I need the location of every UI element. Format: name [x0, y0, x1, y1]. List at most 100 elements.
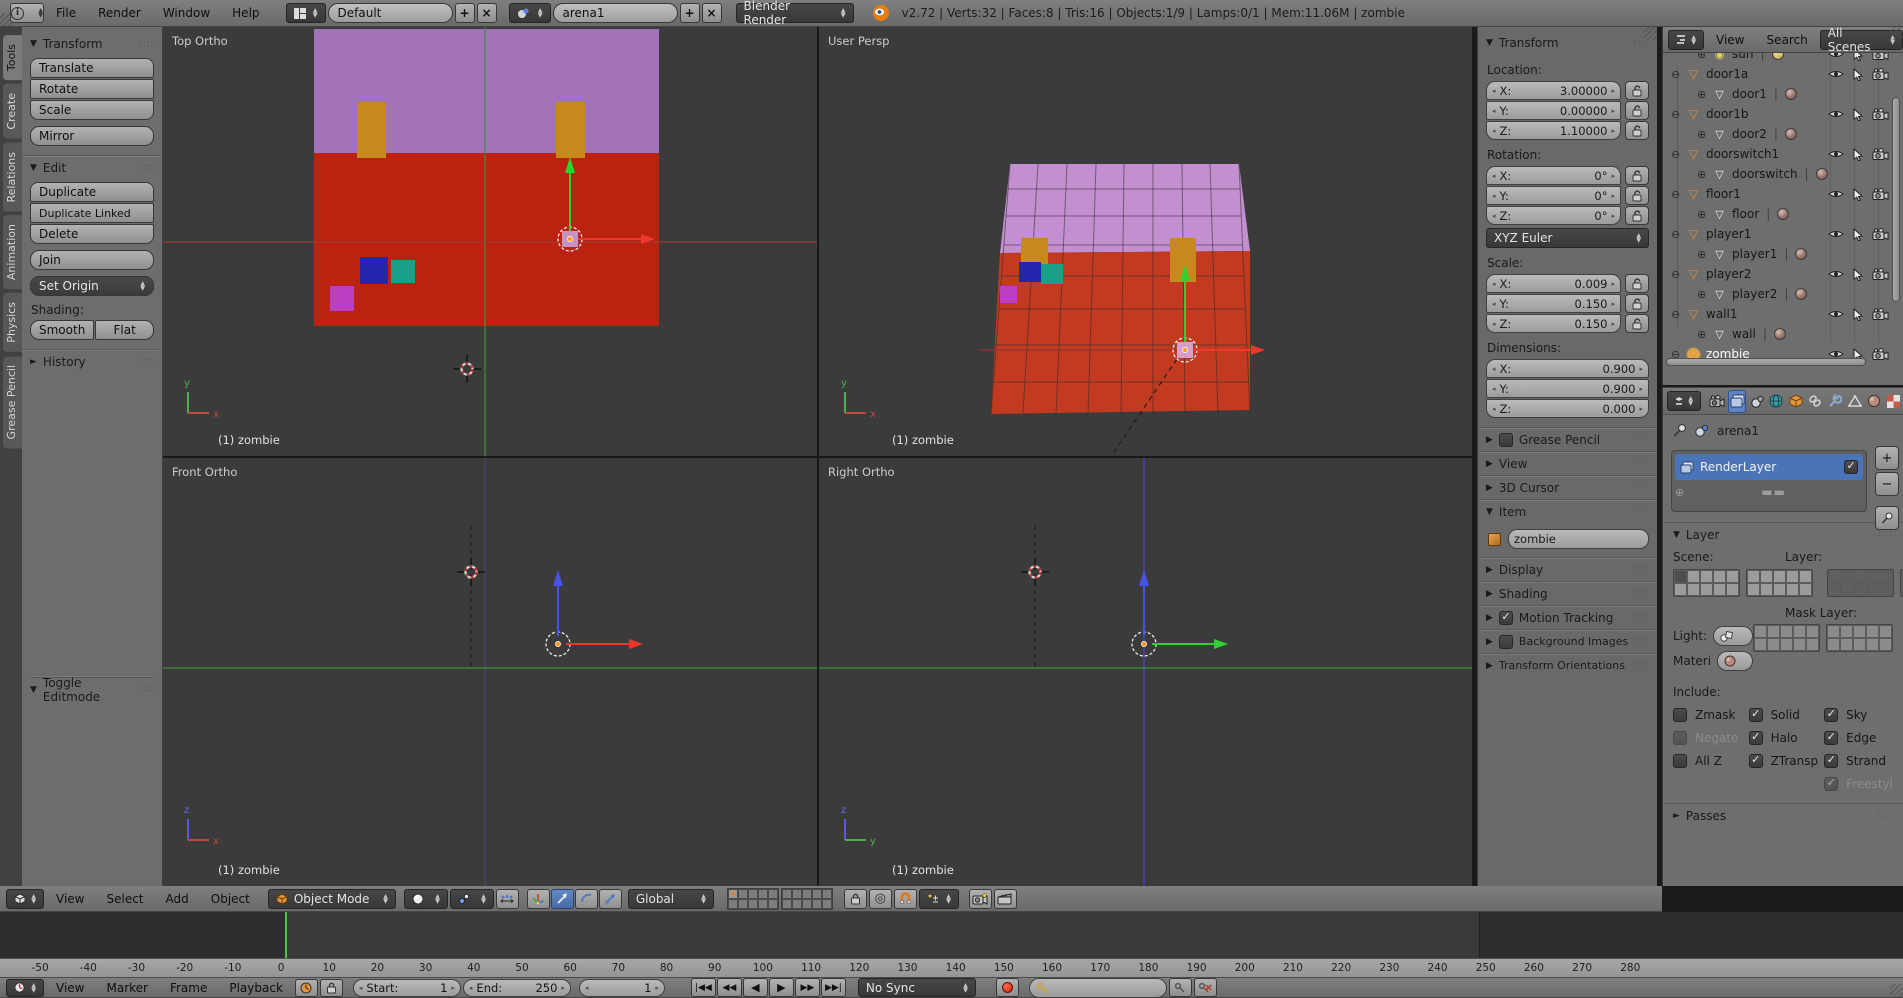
panel-drag-dots[interactable]: ∷∷ [139, 357, 154, 368]
lock-time-toggle[interactable] [320, 979, 343, 997]
grease-pencil-checkbox[interactable] [1499, 433, 1513, 447]
include-checkbox[interactable]: All Z [1673, 749, 1749, 772]
tab-render-layers[interactable] [1728, 390, 1747, 413]
rotate-button[interactable]: Rotate [30, 79, 154, 99]
auto-keyframe-toggle[interactable] [996, 978, 1019, 997]
outliner-row[interactable]: doorswitch | [1663, 164, 1903, 184]
visibility-eye-icon[interactable] [1828, 53, 1844, 59]
lock-icon[interactable] [1625, 121, 1649, 140]
expand-toggle[interactable] [1697, 128, 1712, 141]
location-z-field[interactable]: ◂Z:1.10000▸ [1486, 121, 1621, 140]
selectable-cursor-icon[interactable] [1853, 108, 1863, 121]
duplicate-button[interactable]: Duplicate [30, 182, 154, 202]
include-checkbox[interactable]: Negate [1673, 726, 1749, 749]
visibility-eye-icon[interactable] [1828, 149, 1844, 159]
rotation-y-field[interactable]: ◂Y:0°▸ [1486, 186, 1621, 205]
outliner-row[interactable]: player2 | [1663, 264, 1903, 284]
include-checkbox[interactable]: Zmask [1673, 703, 1749, 726]
renderable-camera-icon[interactable] [1872, 108, 1889, 120]
proportional-edit-select[interactable]: ◎ [869, 889, 892, 909]
screen-layout-selector[interactable]: ▲▼ [286, 3, 326, 23]
section-display[interactable]: ▶Display∷∷ [1478, 557, 1657, 581]
renderable-camera-icon[interactable] [1872, 308, 1889, 320]
lock-to-scene-toggle[interactable] [844, 889, 867, 909]
dimensions-y-field[interactable]: ◂Y:0.900▸ [1486, 379, 1649, 398]
outliner-row[interactable]: doorswitch1 | [1663, 144, 1903, 164]
selectable-cursor-icon[interactable] [1853, 53, 1863, 61]
panel-drag-dots[interactable]: ∷∷ [1878, 529, 1893, 540]
include-checkbox[interactable]: Strand [1824, 749, 1893, 772]
renderable-camera-icon[interactable] [1872, 68, 1889, 80]
remove-render-layer-button[interactable]: − [1875, 472, 1899, 496]
background-images-checkbox[interactable] [1499, 635, 1513, 649]
menu-render[interactable]: Render [88, 6, 151, 20]
mirror-button[interactable]: Mirror [30, 126, 154, 146]
outliner-row[interactable]: sun | [1663, 53, 1903, 64]
menu-window[interactable]: Window [153, 6, 220, 20]
pivot-point-select[interactable]: ▲▼ [450, 889, 494, 909]
outliner-row[interactable]: player2 | [1663, 284, 1903, 304]
lock-icon[interactable] [1625, 314, 1649, 333]
corner-grip[interactable] [1890, 984, 1903, 997]
object-name[interactable]: sun [1732, 53, 1753, 61]
timeline-menu-playback[interactable]: Playback [219, 981, 293, 995]
object-name[interactable]: floor1 [1706, 187, 1741, 201]
panel-drag-dots[interactable]: ∷∷ [139, 163, 154, 174]
outliner-row[interactable]: door1a | [1663, 64, 1903, 84]
viewport-right-ortho[interactable]: z y Right Ortho (1) zombie [819, 458, 1472, 886]
include-checkbox[interactable]: Freestyl [1824, 772, 1893, 795]
timeline-menu-view[interactable]: View [46, 981, 94, 995]
scene-name-field[interactable]: arena1 [553, 3, 678, 23]
opengl-render-anim-button[interactable] [994, 889, 1017, 909]
horizontal-scrollbar[interactable] [1666, 358, 1866, 366]
timeline-menu-marker[interactable]: Marker [96, 981, 157, 995]
insert-keyframe-button[interactable] [1169, 978, 1192, 997]
renderable-camera-icon[interactable] [1872, 268, 1889, 280]
right-ortho-scene[interactable]: z y [819, 458, 1472, 886]
rotation-mode-select[interactable]: XYZ Euler▲▼ [1486, 228, 1649, 248]
scene-selector[interactable]: ▲▼ [509, 3, 551, 23]
object-name[interactable]: door1a [1706, 67, 1748, 81]
outliner-row[interactable]: wall1 | [1663, 304, 1903, 324]
scale-manipulator-toggle[interactable] [599, 889, 622, 909]
mode-select[interactable]: Object Mode ▲▼ [268, 889, 396, 909]
shade-flat-button[interactable]: Flat [95, 320, 154, 340]
tab-create[interactable]: Create [3, 84, 22, 139]
viewport-top-ortho[interactable]: y x Top Ortho (1) zombie [163, 27, 817, 456]
selectable-cursor-icon[interactable] [1853, 268, 1863, 281]
panel-drag-dots[interactable]: ∷∷ [139, 684, 154, 695]
jump-to-end-button[interactable]: ▶▶| [821, 978, 846, 997]
set-origin-dropdown[interactable]: Set Origin ▲▼ [30, 276, 154, 296]
light-override-field[interactable] [1713, 626, 1753, 646]
view3d-menu-add[interactable]: Add [156, 892, 199, 906]
lock-icon[interactable] [1625, 294, 1649, 313]
outliner-row[interactable]: floor | [1663, 204, 1903, 224]
panel-header-layer[interactable]: ▼ Layer ∷∷ [1663, 522, 1903, 546]
editor-type-selector[interactable]: ▲▼ [6, 889, 44, 909]
selectable-cursor-icon[interactable] [1853, 308, 1863, 321]
panel-drag-dots[interactable]: ∷∷ [1878, 810, 1893, 821]
tab-object[interactable] [1787, 390, 1806, 413]
current-frame-field[interactable]: ◂1▸ [579, 979, 665, 997]
delete-button[interactable]: Delete [30, 224, 154, 244]
expand-toggle[interactable] [1697, 288, 1712, 301]
lock-icon[interactable] [1625, 206, 1649, 225]
item-name-field[interactable]: zombie [1508, 529, 1649, 549]
close-scene-button[interactable]: × [702, 3, 722, 23]
expand-toggle[interactable] [1671, 108, 1686, 121]
object-name[interactable]: player2 [1732, 287, 1777, 301]
keying-set-field[interactable] [1029, 978, 1167, 998]
include-checkbox[interactable]: Halo [1749, 726, 1825, 749]
visibility-eye-icon[interactable] [1828, 229, 1844, 239]
lock-icon[interactable] [1625, 166, 1649, 185]
corner-grip[interactable] [1890, 27, 1903, 40]
outliner-row[interactable]: player1 | [1663, 244, 1903, 264]
expand-toggle[interactable] [1697, 168, 1712, 181]
sync-mode-select[interactable]: No Sync▲▼ [858, 978, 976, 997]
frame-start-field[interactable]: ◂Start:1▸ [353, 979, 461, 997]
section-3d-cursor[interactable]: ▶3D Cursor∷∷ [1478, 475, 1657, 499]
dimensions-z-field[interactable]: ◂Z:0.000▸ [1486, 399, 1649, 418]
object-name[interactable]: player2 [1706, 267, 1751, 281]
viewport-shading-select[interactable]: ▲▼ [404, 889, 448, 909]
location-y-field[interactable]: ◂Y:0.00000▸ [1486, 101, 1621, 120]
